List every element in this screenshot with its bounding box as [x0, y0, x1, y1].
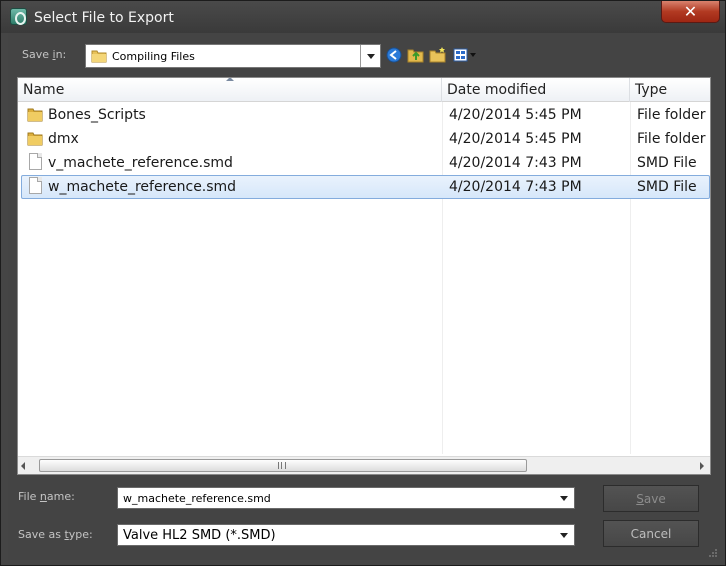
file-icon [29, 177, 42, 194]
file-name-label: File name: [18, 490, 75, 503]
current-folder-text: Compiling Files [112, 50, 195, 63]
save-as-type-value: Valve HL2 SMD (*.SMD) [123, 528, 276, 543]
file-date: 4/20/2014 5:45 PM [449, 107, 582, 123]
file-type: File folder [637, 107, 706, 123]
close-button[interactable]: ✕ [661, 1, 720, 23]
list-header: Name Date modified Type [18, 78, 710, 102]
folder-icon [27, 108, 43, 122]
folder-icon [91, 50, 107, 63]
file-name: w_machete_reference.smd [48, 179, 237, 195]
file-list[interactable]: Name Date modified Type Bones_Scripts 4/… [17, 77, 711, 475]
title-bar[interactable]: Select File to Export ✕ [1, 1, 725, 33]
list-item-selected[interactable]: w_machete_reference.smd 4/20/2014 7:43 P… [21, 175, 710, 199]
scroll-right-icon[interactable] [700, 462, 704, 470]
new-folder-icon[interactable] [429, 46, 447, 64]
file-name-field[interactable]: w_machete_reference.smd [117, 487, 575, 509]
file-name-value: w_machete_reference.smd [123, 492, 271, 505]
file-date: 4/20/2014 7:43 PM [449, 155, 582, 171]
column-header-date-modified[interactable]: Date modified [442, 78, 630, 102]
back-icon[interactable] [385, 46, 403, 64]
grip-icon [278, 462, 286, 469]
scroll-left-icon[interactable] [21, 462, 25, 470]
up-folder-icon[interactable] [407, 46, 425, 64]
file-date: 4/20/2014 5:45 PM [449, 131, 582, 147]
save-as-type-label: Save as type: [18, 528, 93, 541]
chevron-down-icon[interactable] [554, 488, 574, 508]
dialog-body: Save in: Compiling Files Name Date modif… [8, 33, 720, 560]
file-name: v_machete_reference.smd [48, 155, 233, 171]
view-menu-icon[interactable] [453, 46, 479, 64]
file-type: SMD File [637, 155, 697, 171]
dialog-window: Select File to Export ✕ Save in: Compili… [0, 0, 726, 566]
list-item[interactable]: dmx 4/20/2014 5:45 PM File folder [21, 127, 710, 151]
file-name: Bones_Scripts [48, 107, 146, 123]
column-header-type[interactable]: Type [630, 78, 710, 102]
file-date: 4/20/2014 7:43 PM [449, 179, 582, 195]
save-in-dropdown[interactable]: Compiling Files [85, 44, 381, 68]
app-icon [10, 8, 27, 25]
chevron-down-icon[interactable] [360, 45, 380, 67]
list-item[interactable]: Bones_Scripts 4/20/2014 5:45 PM File fol… [21, 103, 710, 127]
list-item[interactable]: v_machete_reference.smd 4/20/2014 7:43 P… [21, 151, 710, 175]
window-title: Select File to Export [34, 10, 174, 26]
folder-icon [27, 132, 43, 146]
cancel-button[interactable]: Cancel [603, 520, 699, 547]
save-as-type-dropdown[interactable]: Valve HL2 SMD (*.SMD) [117, 524, 575, 546]
file-type: File folder [637, 131, 706, 147]
save-button[interactable]: Save [603, 485, 699, 512]
scrollbar-thumb[interactable] [39, 459, 527, 472]
column-header-name[interactable]: Name [18, 78, 442, 102]
save-in-label: Save in: [22, 48, 67, 61]
close-icon: ✕ [683, 2, 698, 21]
file-name: dmx [48, 131, 79, 147]
horizontal-scrollbar[interactable] [18, 456, 710, 474]
chevron-down-icon[interactable] [554, 525, 574, 545]
file-type: SMD File [637, 179, 697, 195]
file-icon [29, 153, 42, 170]
resize-grip-icon[interactable] [708, 548, 718, 558]
